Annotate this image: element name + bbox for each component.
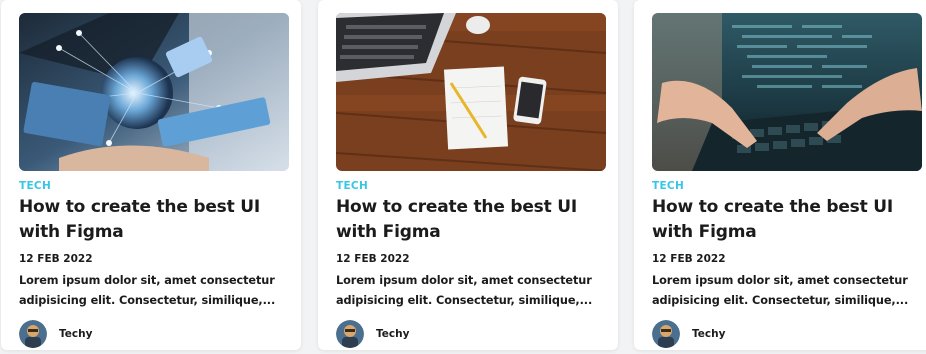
blog-card[interactable]: TECH How to create the best UI with Figm… [634, 0, 926, 350]
post-excerpt: Lorem ipsum dolor sit, amet consectetur … [652, 274, 909, 307]
post-excerpt: Lorem ipsum dolor sit, amet consectetur … [336, 274, 593, 307]
author-row[interactable]: Techy [652, 320, 917, 348]
post-date: 12 FEB 2022 [19, 253, 93, 265]
network-hands-image [19, 13, 289, 171]
author-name[interactable]: Techy [692, 328, 725, 340]
author-row[interactable]: Techy [336, 320, 601, 348]
avatar [652, 320, 680, 348]
blog-card[interactable]: TECH How to create the best UI with Figm… [318, 0, 618, 350]
category-tag[interactable]: TECH [336, 180, 601, 193]
post-thumbnail[interactable] [652, 13, 922, 171]
post-title[interactable]: How to create the best UI with Figma [336, 195, 601, 245]
post-date: 12 FEB 2022 [336, 253, 410, 265]
post-title[interactable]: How to create the best UI with Figma [652, 195, 917, 245]
avatar [19, 320, 47, 348]
post-thumbnail[interactable] [336, 13, 606, 171]
author-name[interactable]: Techy [59, 328, 92, 340]
post-thumbnail[interactable] [19, 13, 289, 171]
category-tag[interactable]: TECH [19, 180, 284, 193]
avatar [336, 320, 364, 348]
category-tag[interactable]: TECH [652, 180, 917, 193]
post-date: 12 FEB 2022 [652, 253, 726, 265]
post-excerpt: Lorem ipsum dolor sit, amet consectetur … [19, 274, 276, 307]
blog-card[interactable]: TECH How to create the best UI with Figm… [1, 0, 301, 350]
author-name[interactable]: Techy [376, 328, 409, 340]
keyboard-code-image [652, 13, 922, 171]
author-row[interactable]: Techy [19, 320, 284, 348]
laptop-desk-image [336, 13, 606, 171]
post-title[interactable]: How to create the best UI with Figma [19, 195, 284, 245]
